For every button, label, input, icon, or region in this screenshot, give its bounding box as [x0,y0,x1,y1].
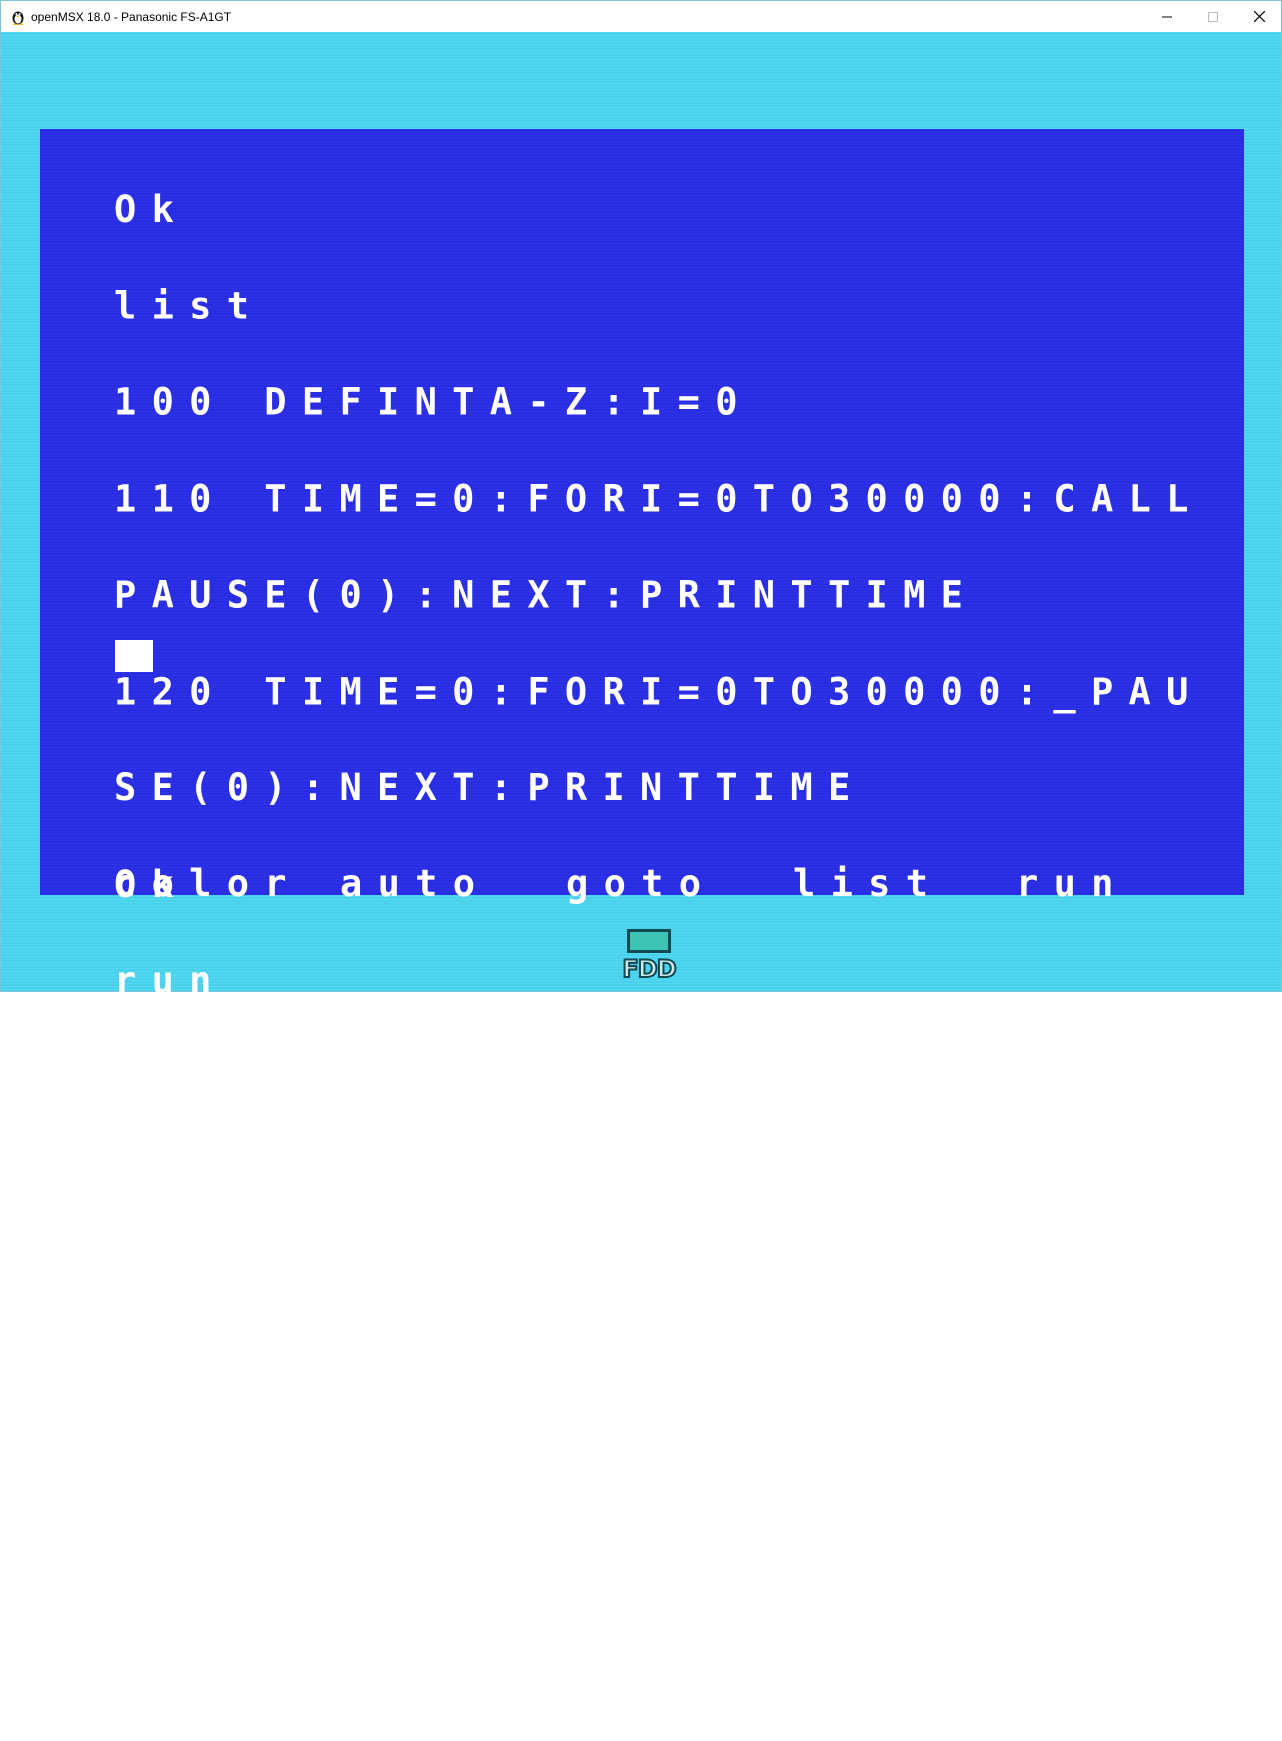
function-key-bar: color auto goto list run [114,862,1214,905]
console-line: 120 TIME=0:FORI=0TO30000:_PAU [114,669,1204,713]
minimize-button[interactable] [1144,1,1190,32]
close-button[interactable] [1236,1,1282,32]
close-icon [1253,7,1265,26]
penguin-icon [11,9,25,25]
maximize-icon [1208,7,1218,26]
console-line: 110 TIME=0:FORI=0TO30000:CALL [114,476,1204,521]
window-title: openMSX 18.0 - Panasonic FS-A1GT [31,9,232,24]
emulator-display[interactable]: Ok list 100 DEFINTA-Z:I=0 110 TIME=0:FOR… [1,32,1281,1673]
console-line: 1885 [114,1440,302,1485]
console-line: 1880 [114,1151,302,1195]
fdd-led-icon [627,929,671,953]
function-key-1[interactable]: color [114,862,302,905]
console-line: Ok [114,1632,190,1677]
console-line: list [114,283,265,328]
function-key-3[interactable]: goto [566,862,716,905]
minimize-icon [1162,7,1172,26]
fdd-label: FDD [621,954,677,984]
function-key-5[interactable]: run [1016,862,1129,905]
title-bar[interactable]: openMSX 18.0 - Panasonic FS-A1GT [1,1,1281,32]
console-line: Ok [114,187,190,231]
console-line: 1880 [114,1536,302,1581]
console-line: 100 DEFINTA-Z:I=0 [114,379,753,424]
maximize-button[interactable] [1190,1,1236,32]
console-line: Ok [114,1247,190,1292]
fdd-indicator: FDD [621,927,678,984]
console-line: PAUSE(0):NEXT:PRINTTIME [114,572,979,617]
app-window: openMSX 18.0 - Panasonic FS-A1GT Ok list… [0,0,1282,1673]
console-line: run [114,1343,227,1388]
msx-basic-screen[interactable]: Ok list 100 DEFINTA-Z:I=0 110 TIME=0:FOR… [40,129,1244,1673]
function-key-2[interactable]: auto [340,862,490,905]
text-cursor [115,640,153,672]
function-key-4[interactable]: list [793,862,943,905]
console-line: SE(0):NEXT:PRINTTIME [114,765,866,810]
